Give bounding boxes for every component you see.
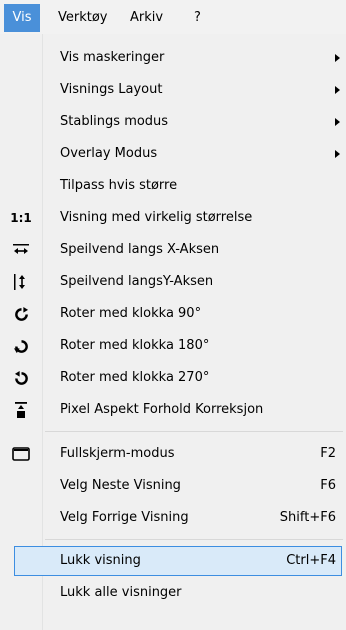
- actual-size-icon: 1:1: [10, 211, 32, 225]
- menu-item-actual-size[interactable]: 1:1 Visning med virkelig størrelse: [0, 202, 346, 234]
- menu-item-label: Roter med klokka 180°: [60, 338, 210, 353]
- menu-item-next-view[interactable]: Velg Neste Visning F6: [0, 470, 346, 502]
- menu-item-label: Roter med klokka 90°: [60, 306, 202, 321]
- menu-vis[interactable]: Vis: [4, 4, 40, 32]
- mirror-y-icon: [12, 273, 30, 291]
- shortcut-label: Shift+F6: [279, 510, 336, 525]
- submenu-arrow-icon: [335, 118, 340, 126]
- menu-item-mirror-x[interactable]: Speilvend langs X-Aksen: [0, 234, 346, 266]
- menu-item-label: Visnings Layout: [60, 82, 163, 97]
- menu-item-stablings-modus[interactable]: Stablings modus: [0, 106, 346, 138]
- fullscreen-icon: [12, 445, 30, 463]
- menu-help[interactable]: ?: [194, 8, 201, 28]
- menu-item-overlay-modus[interactable]: Overlay Modus: [0, 138, 346, 170]
- submenu-arrow-icon: [335, 86, 340, 94]
- menu-item-label: Fullskjerm-modus: [60, 446, 175, 461]
- menu-separator: [45, 431, 343, 432]
- menu-item-prev-view[interactable]: Velg Forrige Visning Shift+F6: [0, 502, 346, 534]
- menu-item-rotate-180[interactable]: Roter med klokka 180°: [0, 330, 346, 362]
- menu-item-label: Speilvend langsY-Aksen: [60, 274, 214, 289]
- menu-item-label: Overlay Modus: [60, 146, 158, 161]
- shortcut-label: Ctrl+F4: [286, 553, 336, 568]
- rotate-270-icon: [12, 369, 30, 387]
- menu-item-pixel-aspect[interactable]: Pixel Aspekt Forhold Korreksjon: [0, 394, 346, 426]
- menu-item-fullscreen[interactable]: Fullskjerm-modus F2: [0, 438, 346, 470]
- menu-item-visnings-layout[interactable]: Visnings Layout: [0, 74, 346, 106]
- menu-item-label: Tilpass hvis større: [60, 178, 178, 193]
- menu-item-tilpass[interactable]: Tilpass hvis større: [0, 170, 346, 202]
- menu-item-close-all[interactable]: Lukk alle visninger: [0, 577, 346, 609]
- menu-item-label: Velg Neste Visning: [60, 478, 181, 493]
- menu-item-label: Visning med virkelig størrelse: [60, 210, 253, 225]
- pixel-aspect-icon: [12, 401, 30, 419]
- shortcut-label: F6: [320, 478, 336, 493]
- mirror-x-icon: [12, 241, 30, 259]
- menu-item-close-view[interactable]: Lukk visning Ctrl+F4: [0, 545, 346, 577]
- menu-item-label: Lukk alle visninger: [60, 585, 182, 600]
- menu-item-label: Roter med klokka 270°: [60, 370, 210, 385]
- menu-bar: Vis Verktøy Arkiv ?: [0, 0, 346, 34]
- menu-item-label: Pixel Aspekt Forhold Korreksjon: [60, 402, 264, 417]
- menu-item-label: Stablings modus: [60, 114, 169, 129]
- menu-arkiv[interactable]: Arkiv: [130, 8, 163, 28]
- menu-item-mirror-y[interactable]: Speilvend langsY-Aksen: [0, 266, 346, 298]
- menu-item-label: Vis maskeringer: [60, 50, 165, 65]
- rotate-180-icon: [12, 337, 30, 355]
- menu-item-label: Lukk visning: [60, 553, 141, 568]
- rotate-90-icon: [12, 305, 30, 323]
- menu-item-label: Velg Forrige Visning: [60, 510, 189, 525]
- submenu-arrow-icon: [335, 54, 340, 62]
- menu-item-rotate-270[interactable]: Roter med klokka 270°: [0, 362, 346, 394]
- vis-dropdown-menu: Vis maskeringer Visnings Layout Stabling…: [0, 34, 346, 630]
- menu-item-vis-maskeringer[interactable]: Vis maskeringer: [0, 42, 346, 74]
- shortcut-label: F2: [320, 446, 336, 461]
- menu-separator: [45, 539, 343, 540]
- submenu-arrow-icon: [335, 150, 340, 158]
- menu-verktoy[interactable]: Verktøy: [58, 8, 108, 28]
- menu-item-label: Speilvend langs X-Aksen: [60, 242, 220, 257]
- menu-item-rotate-90[interactable]: Roter med klokka 90°: [0, 298, 346, 330]
